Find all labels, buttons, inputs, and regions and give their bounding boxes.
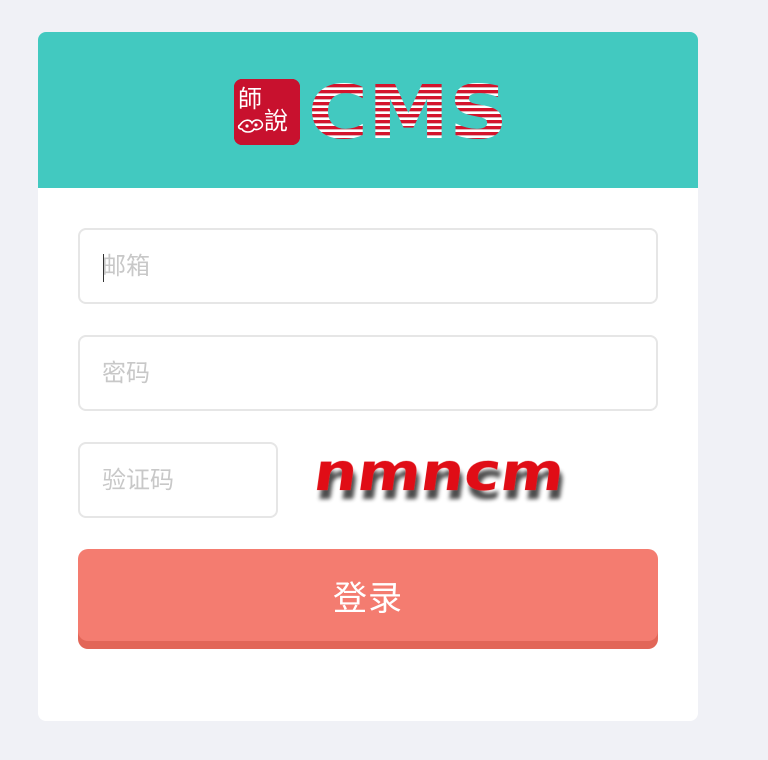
email-field-wrapper (78, 228, 658, 304)
seal-logo-icon: 師 說 (234, 79, 300, 145)
email-field[interactable] (80, 230, 656, 302)
svg-text:CMS: CMS (308, 78, 508, 146)
svg-text:說: 說 (264, 107, 288, 135)
brand-logo: 師 說 CMS (234, 78, 508, 146)
password-field[interactable] (80, 337, 656, 409)
svg-text:nmncm: nmncm (310, 446, 568, 503)
login-card: 師 說 CMS 邮箱 验证码 nmncm 登录 (38, 32, 698, 721)
login-header: 師 說 CMS (38, 32, 698, 188)
cms-wordmark: CMS (308, 78, 508, 146)
captcha-field[interactable] (80, 444, 276, 516)
text-caret (103, 254, 104, 282)
captcha-field-wrapper (78, 442, 278, 518)
captcha-image[interactable]: nmncm (306, 446, 582, 516)
login-button[interactable]: 登录 (78, 549, 658, 641)
password-field-wrapper (78, 335, 658, 411)
svg-text:師: 師 (238, 85, 262, 113)
